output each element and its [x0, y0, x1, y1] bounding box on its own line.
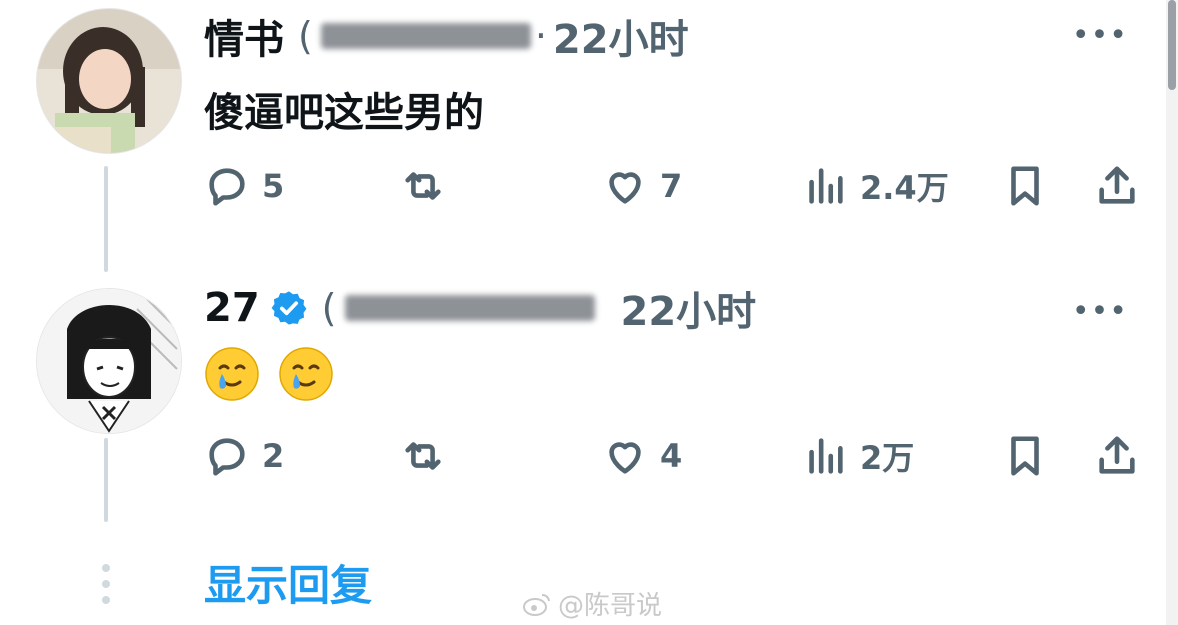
bookmark-button[interactable] [1002, 156, 1048, 216]
post-text: 傻逼吧这些男的 [204, 90, 484, 136]
reply-icon [209, 438, 245, 476]
redacted-handle [320, 23, 531, 49]
thread-line [104, 438, 108, 522]
post-1[interactable]: 情书 ( · 22小时 ••• 傻逼吧这些男的 5 7 2.4万 [0, 0, 1178, 272]
post-header: 情书 ( · 22小时 [204, 6, 689, 66]
views-button[interactable]: 2.4万 [802, 156, 949, 216]
bookmark-icon [1011, 166, 1039, 206]
avatar-manga-icon [37, 289, 181, 433]
avatar[interactable] [36, 8, 182, 154]
watermark: @陈哥说 [522, 585, 662, 622]
more-options-icon[interactable]: ••• [1072, 18, 1128, 53]
reply-count: 5 [262, 167, 285, 205]
heart-icon [609, 172, 641, 204]
handle-paren: ( [321, 286, 337, 330]
avatar-photo-icon [37, 9, 181, 153]
post-header: 27 ( 22小时 [204, 278, 756, 338]
post-emoji-row [204, 346, 334, 402]
heart-icon [609, 442, 641, 474]
scrollbar[interactable] [1166, 0, 1178, 625]
crying-smile-emoji [205, 347, 259, 401]
share-icon [1099, 436, 1135, 474]
like-button[interactable]: 7 [602, 156, 682, 216]
thread-continuation-dots [100, 564, 112, 604]
handle-paren: ( [298, 14, 313, 58]
more-options-icon[interactable]: ••• [1072, 294, 1128, 329]
like-button[interactable]: 4 [602, 426, 682, 486]
timestamp[interactable]: 22小时 [553, 7, 689, 65]
share-icon [1099, 166, 1135, 204]
like-count: 7 [660, 167, 683, 205]
scrollbar-thumb[interactable] [1168, 0, 1176, 90]
post-2[interactable]: 27 ( 22小时 ••• 2 4 2万 [0, 270, 1178, 540]
repost-button[interactable] [400, 426, 446, 486]
views-button[interactable]: 2万 [802, 426, 914, 486]
bookmark-button[interactable] [1002, 426, 1048, 486]
reply-count: 2 [262, 437, 285, 475]
repost-icon [405, 172, 441, 200]
action-bar: 2 4 2万 [204, 426, 1144, 486]
redacted-handle [344, 295, 595, 321]
view-count: 2.4万 [860, 169, 949, 207]
like-count: 4 [660, 437, 683, 475]
crying-smile-emoji [279, 347, 333, 401]
view-count: 2万 [860, 439, 915, 477]
reply-button[interactable]: 5 [204, 156, 284, 216]
action-bar: 5 7 2.4万 [204, 156, 1144, 216]
avatar[interactable] [36, 288, 182, 434]
timestamp[interactable]: 22小时 [621, 279, 757, 337]
reply-button[interactable]: 2 [204, 426, 284, 486]
views-chart-icon [809, 168, 843, 204]
watermark-text: @陈哥说 [558, 591, 663, 621]
weibo-logo-icon [523, 593, 550, 616]
time-separator: · [534, 14, 547, 58]
show-replies-link[interactable]: 显示回复 [204, 552, 372, 613]
share-button[interactable] [1094, 156, 1140, 216]
display-name[interactable]: 情书 [204, 7, 284, 65]
repost-icon [405, 442, 441, 470]
thread-line [104, 166, 108, 272]
reply-icon [209, 168, 245, 206]
views-chart-icon [809, 438, 843, 474]
bookmark-icon [1011, 436, 1039, 476]
share-button[interactable] [1094, 426, 1140, 486]
username-handle[interactable]: ( [322, 286, 595, 330]
display-name[interactable]: 27 [204, 285, 260, 331]
username-handle[interactable]: ( · [298, 14, 547, 58]
verified-badge-icon[interactable] [270, 289, 308, 327]
repost-button[interactable] [400, 156, 446, 216]
